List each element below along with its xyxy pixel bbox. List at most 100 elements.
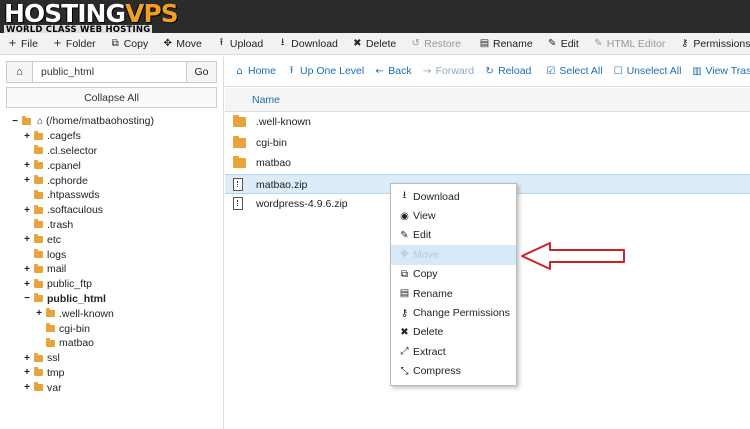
folder-icon (34, 130, 43, 140)
select-all-icon: ☑ (546, 65, 556, 77)
tree-node[interactable]: logs (10, 247, 220, 262)
context-menu-extract[interactable]: ⤢ Extract (391, 342, 516, 361)
toolbar-restore-button[interactable]: ↺ Restore (403, 33, 468, 54)
tree-node-label: .trash (47, 218, 74, 231)
go-button[interactable]: Go (186, 62, 216, 82)
tree-node[interactable]: + public_ftp (10, 277, 220, 292)
tree-node-label: public_ftp (47, 278, 92, 291)
main-toolbar: + File + Folder ⧉ Copy ✥ Move ⭱ Upload ⭳ Download ✖ D… (0, 33, 750, 55)
nav-forward-button[interactable]: → Forward (417, 65, 480, 77)
nav-reload-button[interactable]: ↻ Reload (479, 65, 536, 77)
tree-node[interactable]: + tmp (10, 366, 220, 381)
expand-icon[interactable]: + (22, 264, 32, 275)
context-menu-compress[interactable]: ⤡ Compress (391, 362, 516, 381)
nav-home-button[interactable]: ⌂ Home (229, 65, 281, 77)
toolbar-edit-button[interactable]: ✎ Edit (540, 33, 586, 54)
folder-icon (233, 135, 246, 151)
tree-node[interactable]: + .softaculous (10, 203, 220, 218)
context-menu-label: Extract (413, 345, 446, 358)
collapse-icon[interactable]: − (10, 116, 20, 127)
expand-icon[interactable]: + (22, 353, 32, 364)
collapse-all-button[interactable]: Collapse All (6, 87, 217, 108)
expand-icon[interactable]: + (22, 279, 32, 290)
file-row[interactable]: cgi-bin (225, 133, 750, 154)
expand-icon[interactable]: + (22, 205, 32, 216)
context-menu-rename[interactable]: ▤ Rename (391, 284, 516, 303)
file-row[interactable]: matbao (225, 153, 750, 174)
tree-node[interactable]: .cl.selector (10, 144, 220, 159)
path-input[interactable] (33, 62, 186, 82)
tree-node[interactable]: + .cpanel (10, 158, 220, 173)
tree-node[interactable]: matbao (10, 336, 220, 351)
expand-icon[interactable]: + (22, 367, 32, 378)
expand-icon[interactable]: + (22, 234, 32, 245)
path-bar: ⌂ Go (6, 61, 217, 83)
toolbar-file-button[interactable]: + File (0, 33, 45, 54)
expand-icon[interactable]: + (22, 131, 32, 142)
file-row[interactable]: .well-known (225, 112, 750, 133)
trash-icon: ▥ (692, 65, 702, 77)
tree-node[interactable]: + mail (10, 262, 220, 277)
collapse-icon[interactable]: − (22, 293, 32, 304)
toolbar-rename-button[interactable]: ▤ Rename (472, 33, 540, 54)
folder-icon (34, 204, 43, 214)
context-menu-move[interactable]: ✥ Move (391, 245, 516, 265)
tree-node[interactable]: + .cphorde (10, 173, 220, 188)
tree-node[interactable]: cgi-bin (10, 321, 220, 336)
toolbar-label: HTML Editor (606, 37, 666, 50)
annotation-arrow-icon (521, 242, 625, 270)
toolbar-delete-button[interactable]: ✖ Delete (345, 33, 403, 54)
copy-icon: ⧉ (111, 38, 119, 49)
edit-icon: ✎ (548, 38, 557, 49)
toolbar-folder-button[interactable]: + Folder (45, 33, 103, 54)
folder-icon (34, 382, 43, 392)
move-icon: ✥ (400, 249, 409, 261)
nav-select-all-button[interactable]: ☑ Select All (540, 65, 607, 77)
context-menu-copy[interactable]: ⧉ Copy (391, 265, 516, 284)
expand-icon[interactable]: + (34, 308, 44, 319)
tree-node[interactable]: − ⌂ (/home/matbaohosting) (10, 114, 220, 129)
delete-icon: ✖ (353, 38, 362, 49)
toolbar-move-button[interactable]: ✥ Move (155, 33, 209, 54)
tree-node[interactable]: + .cagefs (10, 129, 220, 144)
nav-unselect-all-button[interactable]: ☐ Unselect All (608, 65, 687, 77)
toolbar-permissions-button[interactable]: ⚷ Permissions (672, 33, 750, 54)
toolbar-upload-button[interactable]: ⭱ Upload (209, 33, 270, 54)
toolbar-label: File (21, 37, 38, 50)
toolbar-html-editor-button[interactable]: ✎ HTML Editor (586, 33, 673, 54)
nav-up-one-level-button[interactable]: ⭱ Up One Level (281, 63, 369, 80)
folder-icon (34, 175, 43, 185)
forward-arrow-icon: → (422, 65, 432, 77)
name-column-header[interactable]: Name (252, 94, 280, 106)
toolbar-copy-button[interactable]: ⧉ Copy (103, 33, 156, 54)
eye-icon: ◉ (400, 210, 409, 222)
context-menu-change-permissions[interactable]: ⚷ Change Permissions (391, 303, 516, 322)
context-menu-delete[interactable]: ✖ Delete (391, 323, 516, 342)
tree-node[interactable]: + ssl (10, 351, 220, 366)
tree-node[interactable]: − public_html (10, 292, 220, 307)
context-menu-view[interactable]: ◉ View (391, 206, 516, 225)
tree-node-label: .cagefs (47, 130, 81, 143)
folder-icon (34, 234, 43, 244)
tree-node[interactable]: .htpasswds (10, 188, 220, 203)
context-menu-edit[interactable]: ✎ Edit (391, 226, 516, 245)
tree-node[interactable]: + .well-known (10, 306, 220, 321)
tree-node[interactable]: + etc (10, 232, 220, 247)
context-menu-download[interactable]: ⭳ Download (391, 187, 516, 206)
nav-view-trash-button[interactable]: ▥View Trash (686, 65, 750, 77)
tree-node[interactable]: .trash (10, 218, 220, 233)
nav-back-button[interactable]: ← Back (369, 65, 416, 77)
context-menu-label: Rename (413, 287, 453, 300)
tree-node-label: .htpasswds (47, 189, 100, 202)
home-icon[interactable]: ⌂ (7, 62, 33, 82)
expand-icon[interactable]: + (22, 160, 32, 171)
brand-logo: HOSTINGVPS (4, 0, 179, 28)
nav-label: View Trash (705, 65, 750, 77)
logo-text: HOSTINGVPS (4, 0, 179, 28)
folder-icon (34, 189, 43, 199)
tree-node[interactable]: + var (10, 380, 220, 395)
expand-icon[interactable]: + (22, 175, 32, 186)
toolbar-download-button[interactable]: ⭳ Download (270, 33, 345, 54)
html-editor-icon: ✎ (594, 38, 603, 49)
expand-icon[interactable]: + (22, 382, 32, 393)
